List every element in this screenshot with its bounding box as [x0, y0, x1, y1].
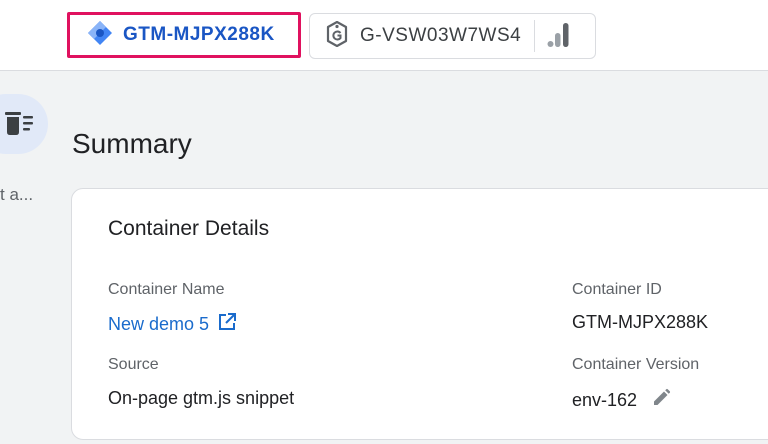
sidebar-truncated-label[interactable]: t a...: [0, 185, 33, 205]
gtm-chip-label: GTM-MJPX288K: [123, 24, 275, 45]
container-name-link[interactable]: New demo 5: [108, 312, 237, 337]
card-title: Container Details: [108, 217, 270, 240]
container-name-value[interactable]: New demo 5: [108, 314, 209, 335]
analytics-bars-icon: [547, 23, 569, 48]
open-in-new-icon[interactable]: [217, 312, 237, 337]
container-id-label: Container ID: [572, 281, 662, 298]
pencil-icon[interactable]: [651, 388, 671, 413]
sidebar-item-summary[interactable]: [0, 94, 48, 154]
container-name-label: Container Name: [108, 281, 225, 298]
container-version-label: Container Version: [572, 356, 700, 373]
container-id-value: GTM-MJPX288K: [572, 312, 709, 332]
ga-tag-chip[interactable]: G-VSW03W7WS4: [309, 13, 596, 59]
container-version-value: env-162: [572, 390, 638, 410]
container-version-row: env-162: [572, 388, 671, 413]
source-label: Source: [108, 356, 159, 373]
ga-chip-label: G-VSW03W7WS4: [360, 25, 522, 46]
top-bar: GTM-MJPX288K G-VSW03W7WS4: [0, 0, 768, 71]
gtm-container-chip[interactable]: GTM-MJPX288K: [67, 12, 301, 58]
summary-icon: [5, 110, 35, 141]
gtm-diamond-icon: [87, 20, 113, 51]
chip-divider: [534, 20, 536, 52]
container-details-card: Container Details Container Name New dem…: [71, 188, 768, 440]
page-title: Summary: [72, 128, 192, 159]
google-tag-icon: [326, 20, 348, 52]
source-value: On-page gtm.js snippet: [108, 388, 295, 408]
